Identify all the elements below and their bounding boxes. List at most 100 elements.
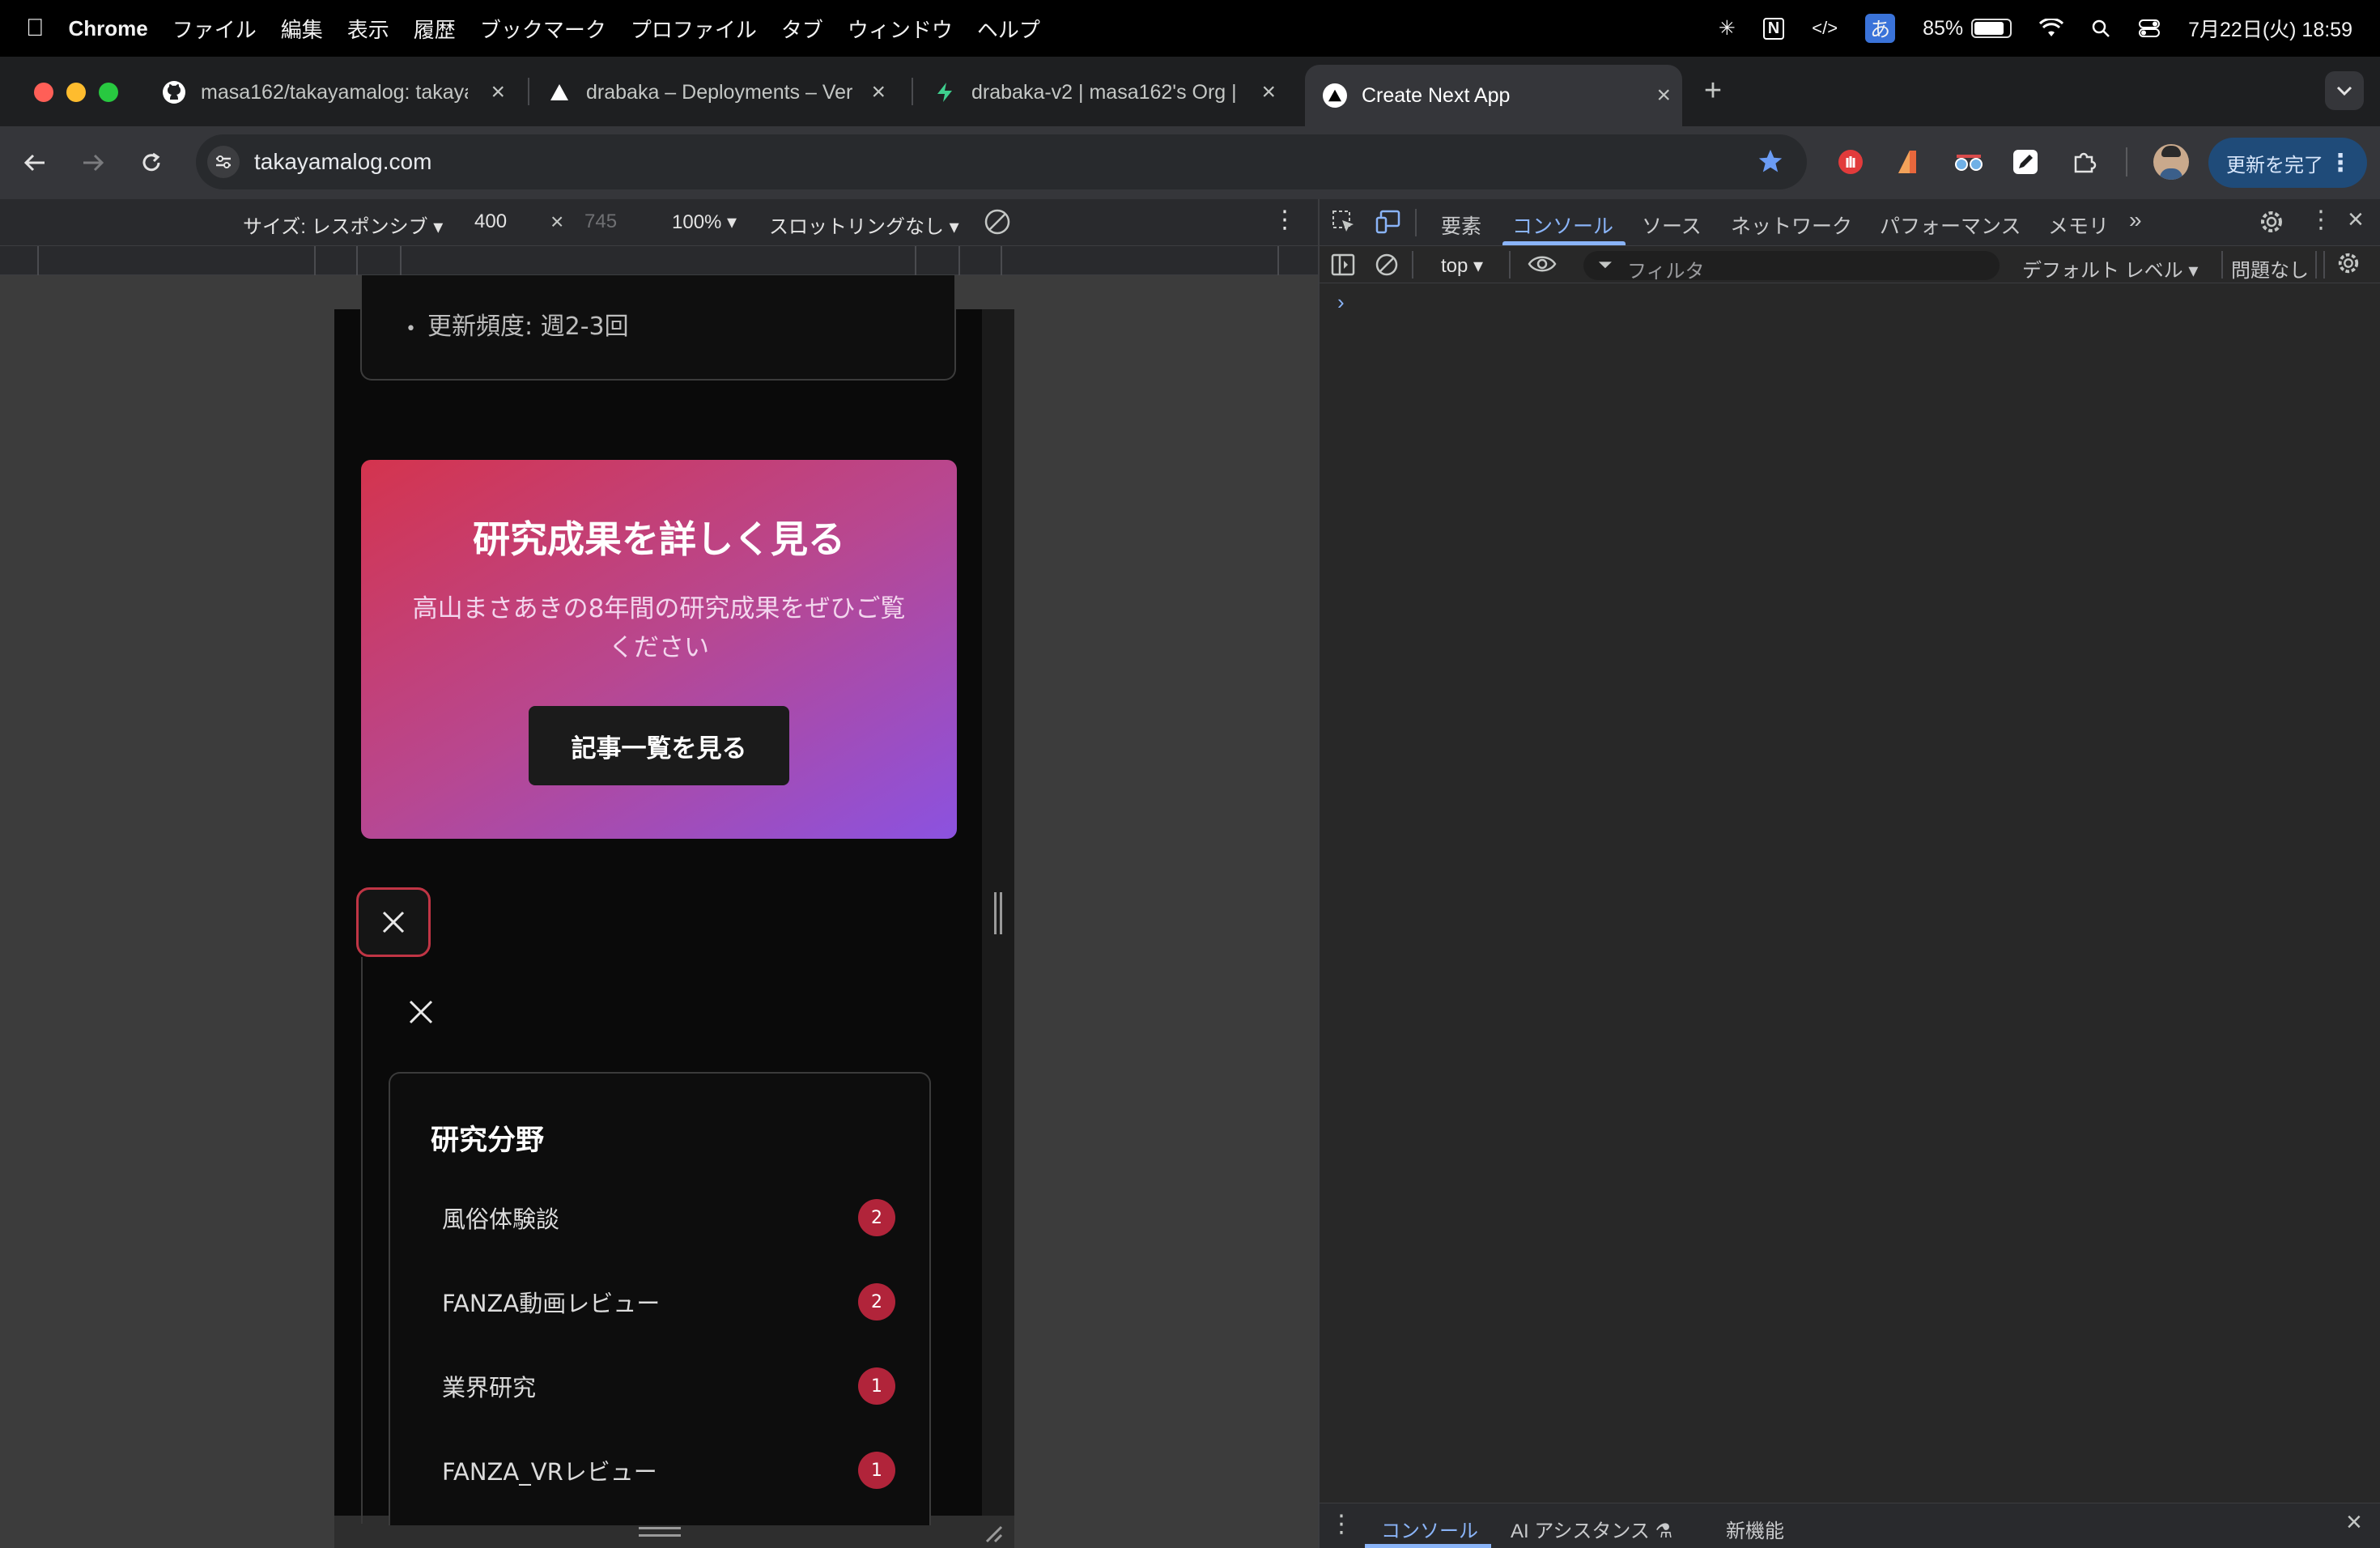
tab-network[interactable]: ネットワーク (1731, 211, 1852, 240)
view-articles-button[interactable]: 記事一覧を見る (529, 706, 789, 785)
extensions-puzzle-icon[interactable] (2068, 146, 2100, 178)
extension-glasses-icon[interactable] (1951, 146, 1987, 178)
close-tab-icon[interactable]: × (1261, 79, 1276, 106)
console-divider (2323, 251, 2325, 279)
clear-console-icon[interactable] (1375, 253, 1399, 277)
tab-elements[interactable]: 要素 (1441, 211, 1481, 240)
tab-create-next-app[interactable]: Create Next App × (1305, 65, 1682, 126)
bookmark-star-icon[interactable] (1757, 147, 1784, 175)
devtools-tab-bar: 要素 コンソール ソース ネットワーク パフォーマンス メモリ » ⋮ × (1320, 199, 2380, 246)
throttle-select[interactable]: スロットリングなし ▾ (769, 211, 959, 239)
menu-history[interactable]: 履歴 (414, 14, 456, 44)
close-icon (409, 1000, 433, 1024)
bullet: • (406, 319, 416, 339)
tab-performance[interactable]: パフォーマンス (1880, 211, 2021, 240)
reload-button[interactable] (134, 146, 168, 180)
tab-sources[interactable]: ソース (1642, 211, 1702, 240)
more-tabs-icon[interactable]: » (2129, 207, 2142, 233)
address-bar[interactable]: takayamalog.com (196, 134, 1807, 189)
console-divider (2315, 251, 2317, 279)
menu-help[interactable]: ヘルプ (977, 14, 1040, 44)
url-text[interactable]: takayamalog.com (254, 149, 431, 175)
viewport-resize-handle-right[interactable] (982, 309, 1014, 1517)
inspect-element-icon[interactable] (1331, 209, 1357, 235)
battery-icon[interactable] (1971, 19, 2012, 38)
code-icon[interactable]: </> (1812, 18, 1838, 39)
category-item[interactable]: FANZA_VRレビュー 1 (442, 1446, 895, 1495)
ime-icon[interactable]: あ (1865, 14, 1896, 43)
category-label: 風俗体験談 (442, 1206, 560, 1233)
menu-tab[interactable]: タブ (781, 14, 823, 44)
category-item[interactable]: 風俗体験談 2 (442, 1193, 895, 1242)
device-more-icon[interactable]: ⋮ (1273, 206, 1297, 234)
tab-supabase[interactable]: drabaka-v2 | masa162's Org | × (915, 70, 1287, 115)
update-complete-button[interactable]: 更新を完了 ⋮ (2208, 138, 2367, 188)
tab-separator (912, 78, 913, 105)
tab-search-button[interactable] (2325, 71, 2364, 110)
tab-vercel-deployments[interactable]: drabaka – Deployments – Ver × (529, 70, 897, 115)
minimize-window-button[interactable] (66, 83, 86, 102)
category-item[interactable]: 業界研究 1 (442, 1362, 895, 1410)
notion-icon[interactable]: N (1762, 17, 1785, 40)
context-select[interactable]: top ▾ (1441, 254, 1483, 278)
extension-stop-icon[interactable] (1834, 146, 1867, 178)
menu-app-name[interactable]: Chrome (69, 16, 148, 41)
close-drawer-icon[interactable]: × (2346, 1507, 2362, 1538)
category-item[interactable]: FANZA動画レビュー 2 (442, 1278, 895, 1326)
new-tab-button[interactable]: + (1697, 74, 1729, 108)
close-drawer-button[interactable] (403, 994, 439, 1030)
extension-shape-icon[interactable] (1891, 146, 1923, 178)
control-center-icon[interactable] (2138, 19, 2161, 38)
drawer-tab-whats-new[interactable]: 新機能 (1726, 1515, 1784, 1543)
sparkle-icon[interactable]: ✳ (1719, 16, 1736, 40)
device-width-input[interactable]: 400 (474, 211, 507, 233)
device-height-input[interactable]: 745 (584, 211, 617, 233)
spotlight-search-icon[interactable] (2091, 19, 2110, 38)
menu-window[interactable]: ウィンドウ (848, 14, 953, 44)
rotate-icon[interactable] (983, 207, 1012, 236)
tab-console[interactable]: コンソール (1512, 211, 1613, 240)
extension-edit-icon[interactable] (2009, 146, 2042, 178)
menu-clock[interactable]: 7月22日(火) 18:59 (2188, 14, 2352, 43)
console-filter-input[interactable]: ⏷ フィルタ (1583, 251, 2000, 283)
devtools-more-icon[interactable]: ⋮ (2309, 206, 2333, 234)
sidebar-toggle-icon[interactable] (1331, 253, 1355, 277)
menu-view[interactable]: 表示 (347, 14, 389, 44)
active-tab-indicator (1502, 241, 1626, 245)
console-settings-gear-icon[interactable] (2336, 251, 2361, 275)
menu-edit[interactable]: 編集 (281, 14, 323, 44)
apple-icon[interactable]:  (26, 15, 45, 42)
close-menu-button[interactable] (356, 887, 431, 957)
device-size-select[interactable]: サイズ: レスポンシブ ▾ (243, 211, 443, 239)
flask-icon: ⚗ (1655, 1520, 1673, 1542)
forward-button[interactable] (76, 146, 110, 180)
live-expression-eye-icon[interactable] (1527, 251, 1558, 277)
reload-icon (142, 152, 160, 172)
menu-profiles[interactable]: プロファイル (631, 14, 757, 44)
close-tab-icon[interactable]: × (1656, 82, 1671, 109)
wifi-icon[interactable] (2039, 19, 2064, 38)
device-size-label: サイズ: レスポンシブ (243, 216, 428, 238)
issues-status[interactable]: 問題なし (2231, 254, 2309, 283)
close-devtools-icon[interactable]: × (2348, 204, 2364, 236)
device-toggle-icon[interactable] (1375, 209, 1402, 235)
menu-file[interactable]: ファイル (172, 14, 257, 44)
console-prompt-chevron-icon[interactable]: › (1337, 290, 1345, 315)
menu-bookmarks[interactable]: ブックマーク (480, 14, 606, 44)
resize-corner-icon[interactable] (984, 1524, 1003, 1543)
drawer-tab-console[interactable]: コンソール (1381, 1515, 1478, 1543)
drawer-tab-ai-assistance[interactable]: AI アシスタンス ⚗ (1511, 1515, 1672, 1543)
close-window-button[interactable] (34, 83, 53, 102)
settings-gear-icon[interactable] (2259, 209, 2284, 235)
profile-avatar[interactable] (2153, 144, 2189, 180)
site-settings-icon[interactable] (207, 146, 240, 178)
zoom-select[interactable]: 100% ▾ (672, 211, 737, 234)
close-tab-icon[interactable]: × (491, 79, 505, 106)
close-tab-icon[interactable]: × (871, 79, 886, 106)
drawer-menu-icon[interactable]: ⋮ (1329, 1510, 1354, 1538)
tab-memory[interactable]: メモリ (2048, 211, 2109, 240)
zoom-window-button[interactable] (99, 83, 118, 102)
tab-github[interactable]: masa162/takayamalog: takaya × (144, 70, 516, 115)
back-button[interactable] (18, 146, 52, 180)
log-level-select[interactable]: デフォルト レベル ▾ (2022, 254, 2198, 283)
